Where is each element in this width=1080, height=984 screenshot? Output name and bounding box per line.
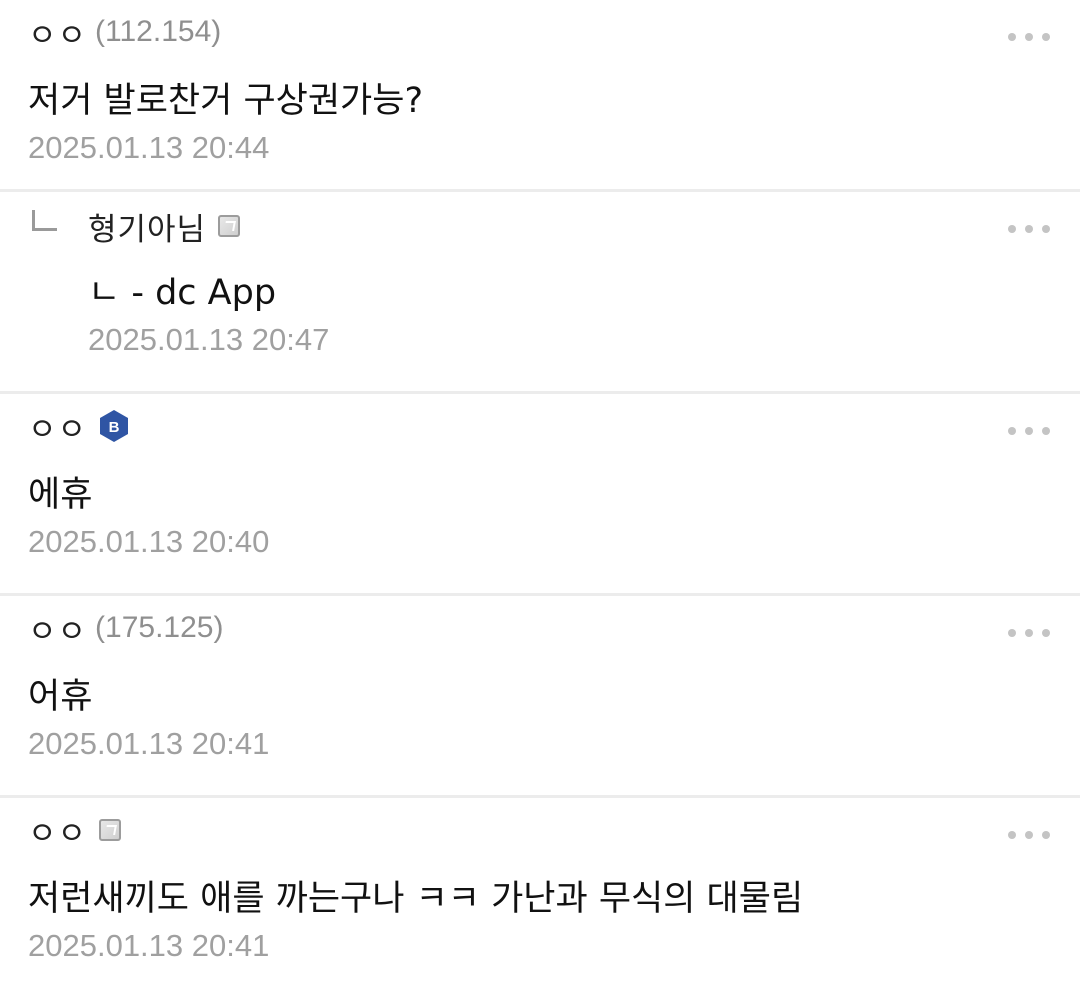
dot-icon	[1008, 629, 1016, 637]
reply-arrow-icon	[32, 210, 57, 231]
dot-icon	[1042, 225, 1050, 233]
dot-icon	[1008, 33, 1016, 41]
dot-icon	[1025, 629, 1033, 637]
dot-icon	[1042, 427, 1050, 435]
comment-text: 에휴	[28, 475, 93, 515]
comment-header: ㅇㅇ	[28, 808, 122, 853]
comment-date: 2025.01.13 20:41	[28, 726, 270, 761]
comment-nickname[interactable]: ㅇㅇ	[28, 404, 87, 449]
comment-list: ㅇㅇ (112.154) 저거 발로찬거 구상권가능? 2025.01.13 2…	[0, 0, 1080, 984]
comment-text: 저거 발로찬거 구상권가능?	[28, 81, 424, 121]
reply-item: 형기아님 ㄴ - dc App 2025.01.13 20:47	[0, 192, 1080, 394]
dot-icon	[1025, 225, 1033, 233]
comment-nickname[interactable]: ㅇㅇ	[28, 10, 87, 55]
comment-header: 형기아님	[88, 204, 241, 249]
dot-icon	[1042, 831, 1050, 839]
comment-text: ㄴ - dc App	[88, 273, 277, 313]
comment-header: ㅇㅇ (112.154)	[28, 10, 221, 54]
comment-date: 2025.01.13 20:41	[28, 928, 270, 963]
dot-icon	[1025, 33, 1033, 41]
comment-ip: (175.125)	[95, 611, 224, 644]
more-options-button[interactable]	[1008, 620, 1050, 646]
dot-icon	[1042, 33, 1050, 41]
comment-header: ㅇㅇ (175.125)	[28, 606, 223, 650]
comment-item: ㅇㅇ (112.154) 저거 발로찬거 구상권가능? 2025.01.13 2…	[0, 0, 1080, 192]
comment-nickname[interactable]: ㅇㅇ	[28, 808, 87, 853]
more-options-button[interactable]	[1008, 24, 1050, 50]
more-options-button[interactable]	[1008, 216, 1050, 242]
gallog-icon[interactable]	[99, 819, 122, 841]
comment-item: ㅇㅇ 저런새끼도 애를 까는구나 ㅋㅋ 가난과 무식의 대물림 2025.01.…	[0, 798, 1080, 984]
comment-header: ㅇㅇ B	[28, 404, 129, 448]
dot-icon	[1025, 427, 1033, 435]
b-badge-icon: B	[100, 410, 129, 442]
comment-date: 2025.01.13 20:47	[88, 322, 330, 357]
comment-text: 저런새끼도 애를 까는구나 ㅋㅋ 가난과 무식의 대물림	[28, 879, 804, 919]
dot-icon	[1008, 831, 1016, 839]
gallog-icon[interactable]	[218, 215, 241, 237]
comment-ip: (112.154)	[95, 15, 222, 48]
comment-item: ㅇㅇ (175.125) 어휴 2025.01.13 20:41	[0, 596, 1080, 798]
comment-date: 2025.01.13 20:44	[28, 130, 270, 165]
more-options-button[interactable]	[1008, 418, 1050, 444]
comment-text: 어휴	[28, 677, 93, 717]
dot-icon	[1025, 831, 1033, 839]
comment-nickname[interactable]: 형기아님	[88, 204, 206, 249]
comment-item: ㅇㅇ B 에휴 2025.01.13 20:40	[0, 394, 1080, 596]
comment-date: 2025.01.13 20:40	[28, 524, 270, 559]
badge-letter: B	[109, 419, 120, 436]
more-options-button[interactable]	[1008, 822, 1050, 848]
dot-icon	[1042, 629, 1050, 637]
dot-icon	[1008, 225, 1016, 233]
dot-icon	[1008, 427, 1016, 435]
comment-nickname[interactable]: ㅇㅇ	[28, 606, 87, 651]
